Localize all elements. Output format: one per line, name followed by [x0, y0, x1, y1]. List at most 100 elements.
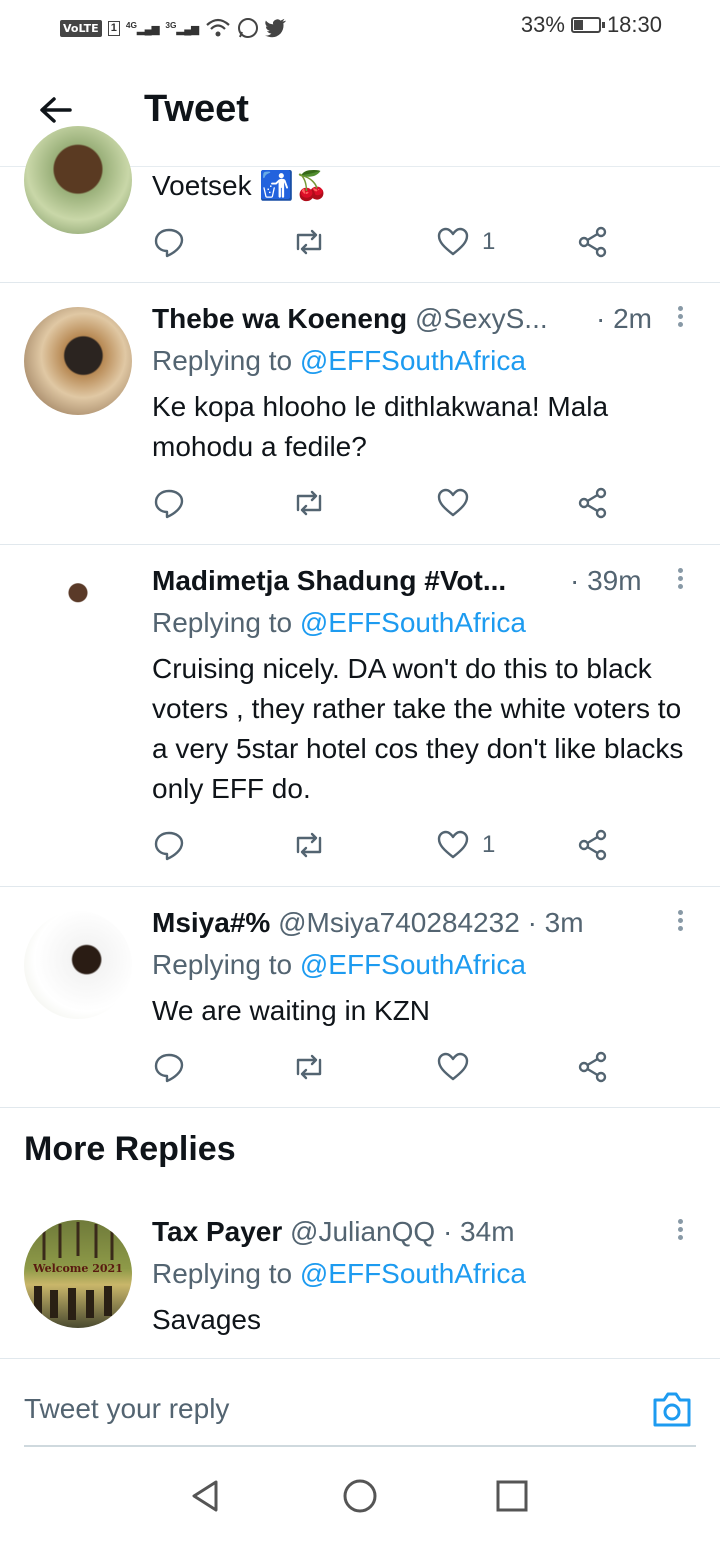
author-handle[interactable]: @JulianQQ	[290, 1216, 435, 1247]
avatar[interactable]	[24, 307, 132, 415]
more-options-icon[interactable]	[672, 907, 688, 937]
nav-back-icon[interactable]	[188, 1478, 224, 1514]
retweet-icon	[296, 1054, 322, 1080]
tweet-actions	[152, 483, 632, 523]
tweet-author-line: Madimetja Shadung #Vot...	[152, 565, 506, 597]
avatar[interactable]	[24, 126, 132, 234]
status-icons-right: 33% 18:30	[521, 12, 662, 38]
share-button[interactable]	[576, 1047, 610, 1087]
avatar-welcome-image: Welcome 2021	[32, 1222, 123, 1320]
tweet-time: · 39m	[570, 565, 642, 596]
reply-icon	[154, 831, 184, 861]
tweet-time: · 2m	[596, 303, 652, 334]
mention-link[interactable]: @EFFSouthAfrica	[300, 607, 526, 638]
sim-indicator: 1	[107, 20, 120, 36]
tweet-text: Ke kopa hlooho le dithlakwana! Mala moho…	[152, 391, 609, 462]
avatar[interactable]	[24, 569, 132, 677]
tweet-actions: 1	[152, 222, 632, 262]
retweet-icon	[296, 490, 322, 516]
system-nav-bar	[0, 1450, 720, 1541]
tweet-actions: 1	[152, 825, 632, 865]
whatsapp-icon	[238, 18, 258, 38]
tweet-author-line: Thebe wa Koeneng @SexyS...	[152, 303, 548, 335]
twitter-bird-icon	[265, 18, 287, 38]
reply-composer: Tweet your reply	[0, 1358, 720, 1449]
wifi-icon	[206, 18, 230, 37]
tweet-text: Cruising nicely. DA won't do this to bla…	[152, 653, 684, 804]
author-handle[interactable]: @Msiya740284232	[278, 907, 520, 938]
back-arrow-icon[interactable]	[36, 90, 76, 130]
nav-home-icon[interactable]	[342, 1478, 378, 1514]
more-options-icon[interactable]	[672, 565, 688, 595]
camera-icon[interactable]	[650, 1387, 694, 1431]
share-button[interactable]	[576, 483, 610, 523]
tweet-item[interactable]: Msiya#% @Msiya740284232 · 3m Replying to…	[0, 887, 720, 1108]
tweet-actions	[152, 1047, 632, 1087]
replying-to: Replying to @EFFSouthAfrica	[152, 607, 526, 638]
share-icon	[578, 1051, 607, 1083]
signal-3g: 3G▂▄▆	[165, 20, 199, 36]
tweet-time: · 3m	[527, 907, 584, 938]
retweet-button[interactable]	[292, 222, 326, 262]
author-name[interactable]: Msiya#%	[152, 907, 270, 938]
tweet-author-line: Tax Payer @JulianQQ · 34m	[152, 1216, 515, 1248]
tweet-time: · 34m	[442, 1216, 515, 1247]
author-handle[interactable]: @SexyS...	[415, 303, 548, 334]
reply-button[interactable]	[152, 825, 186, 865]
heart-icon	[437, 830, 469, 859]
like-button[interactable]	[436, 483, 482, 523]
nav-recents-icon[interactable]	[494, 1478, 530, 1514]
retweet-button[interactable]	[292, 825, 326, 865]
volte-indicator: VoLTE	[60, 19, 102, 37]
author-name[interactable]: Tax Payer	[152, 1216, 282, 1247]
tweet-text: Savages	[152, 1304, 261, 1335]
author-name[interactable]: Thebe wa Koeneng	[152, 303, 407, 334]
reply-icon	[154, 228, 184, 258]
tweet-author-line: Msiya#% @Msiya740284232 · 3m	[152, 907, 584, 939]
signal-4g: 4G▂▄▆	[125, 20, 160, 36]
tweet-item[interactable]: Voetsek 🚮🍒 1	[0, 126, 720, 283]
svg-text:Welcome 2021: Welcome 2021	[32, 1262, 123, 1275]
reply-button[interactable]	[152, 222, 186, 262]
reply-button[interactable]	[152, 1047, 186, 1087]
retweet-button[interactable]	[292, 483, 326, 523]
tweet-item[interactable]: Thebe wa Koeneng @SexyS... · 2m Replying…	[0, 283, 720, 545]
reply-button[interactable]	[152, 483, 186, 523]
heart-icon	[437, 488, 469, 517]
battery-percent: 33%	[520, 12, 565, 37]
more-replies-heading: More Replies	[24, 1130, 236, 1168]
replying-to: Replying to @EFFSouthAfrica	[152, 1258, 526, 1289]
retweet-button[interactable]	[292, 1047, 326, 1087]
tweet-item[interactable]: Welcome 2021 Tax Payer @JulianQQ · 34m R…	[0, 1196, 720, 1356]
author-name[interactable]: Madimetja Shadung #Vot...	[152, 565, 506, 596]
tweet-item[interactable]: Madimetja Shadung #Vot... · 39m Replying…	[0, 545, 720, 887]
tweet-text: We are waiting in KZN	[152, 995, 431, 1026]
replying-to: Replying to @EFFSouthAfrica	[152, 345, 526, 376]
replying-to: Replying to @EFFSouthAfrica	[152, 949, 526, 980]
heart-icon	[437, 1052, 469, 1081]
heart-icon	[437, 227, 469, 256]
share-button[interactable]	[576, 825, 610, 865]
avatar[interactable]	[24, 911, 132, 1019]
mention-link[interactable]: @EFFSouthAfrica	[300, 345, 526, 376]
share-button[interactable]	[576, 222, 610, 262]
reply-input[interactable]: Tweet your reply	[24, 1393, 229, 1425]
share-icon	[578, 226, 607, 258]
like-button[interactable]: 1	[436, 222, 495, 262]
like-button[interactable]: 1	[436, 825, 495, 865]
share-icon	[578, 487, 607, 519]
mention-link[interactable]: @EFFSouthAfrica	[300, 949, 526, 980]
more-options-icon[interactable]	[672, 1216, 688, 1246]
mention-link[interactable]: @EFFSouthAfrica	[300, 1258, 526, 1289]
like-button[interactable]	[436, 1047, 482, 1087]
composer-underline	[24, 1445, 696, 1447]
share-icon	[578, 829, 607, 861]
status-bar: VoLTE 1 4G▂▄▆ 3G▂▄▆ 33% 18:30	[0, 0, 720, 56]
like-count: 1	[482, 228, 496, 255]
page-title: Tweet	[144, 88, 249, 130]
reply-icon	[154, 489, 184, 519]
clock: 18:30	[606, 12, 662, 37]
more-options-icon[interactable]	[672, 303, 688, 333]
tweet-text: Voetsek 🚮🍒	[152, 170, 330, 201]
avatar[interactable]: Welcome 2021	[24, 1220, 132, 1328]
